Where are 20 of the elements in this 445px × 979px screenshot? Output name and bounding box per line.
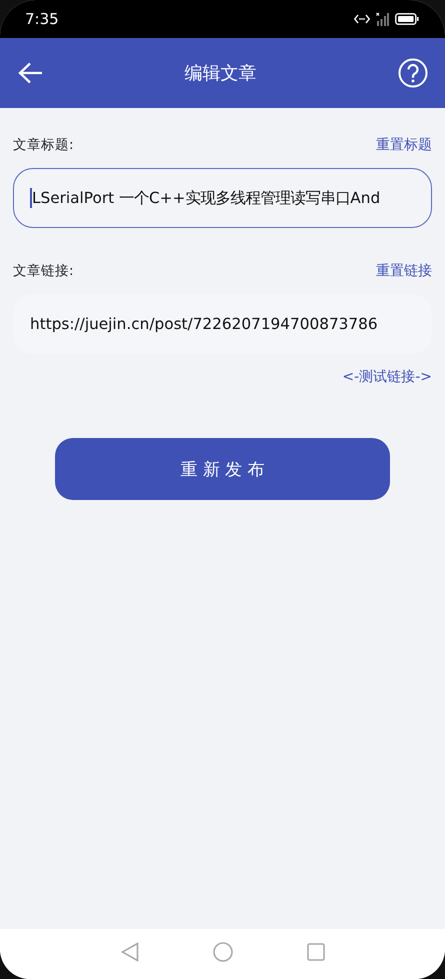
back-arrow-icon — [18, 62, 43, 84]
recents-nav-icon[interactable] — [306, 943, 324, 961]
field-label: 文章标题: — [13, 136, 74, 154]
help-icon — [398, 58, 428, 88]
reset-link[interactable]: 重置标题 — [376, 136, 432, 154]
input-field[interactable]: LSerialPort 一个C++实现多线程管理读写串口And — [13, 168, 432, 228]
battery-icon — [395, 13, 419, 25]
back-nav-icon[interactable] — [120, 942, 138, 962]
help-button[interactable] — [398, 58, 428, 88]
reset-link[interactable]: 重置链接 — [376, 262, 432, 280]
publish-button[interactable]: 重 新 发 布 — [55, 438, 390, 500]
status-time: 7:35 — [25, 10, 59, 28]
signal-icon — [376, 12, 389, 26]
input-field[interactable]: https://juejin.cn/post/7226207194700873786 — [13, 294, 432, 354]
home-nav-icon[interactable] — [212, 942, 232, 962]
field-label: 文章链接: — [13, 262, 74, 280]
test-link[interactable]: <-测试链接-> — [342, 368, 432, 386]
page-title: 编辑文章 — [184, 62, 256, 85]
data-transfer-icon — [354, 14, 370, 24]
back-button[interactable] — [18, 62, 43, 84]
